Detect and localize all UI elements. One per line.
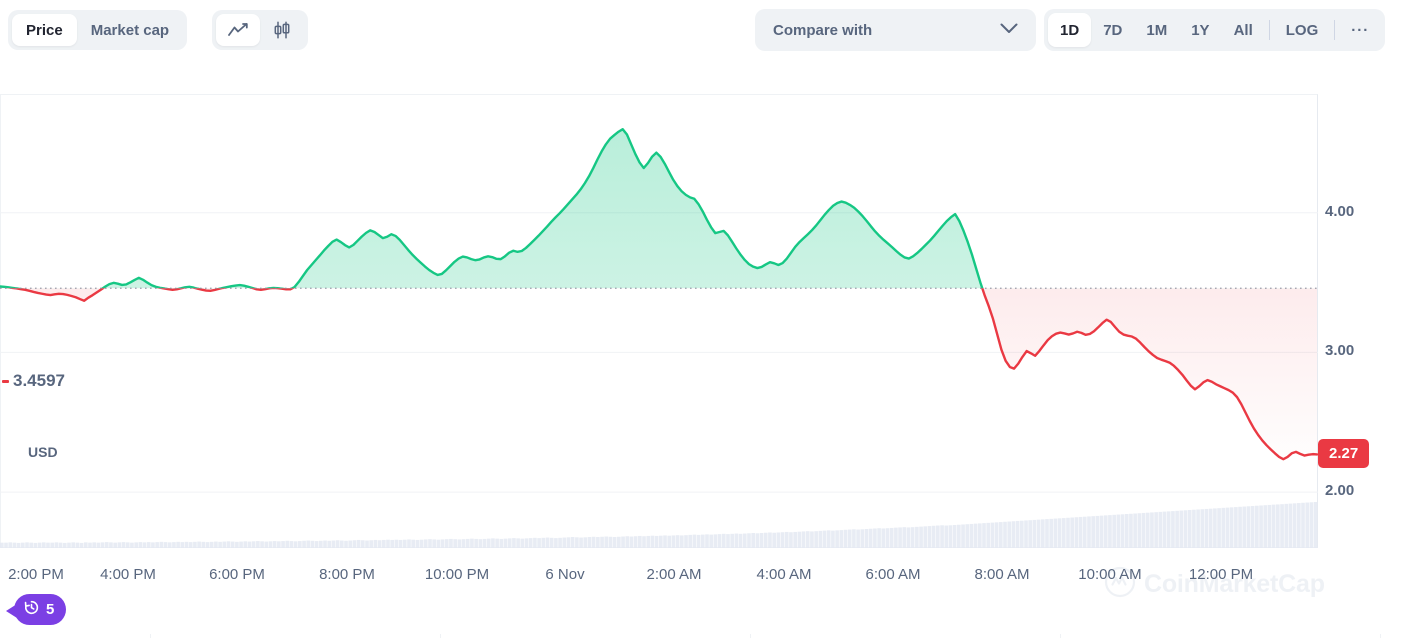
table-column-divider (150, 634, 151, 638)
compare-with-dropdown[interactable]: Compare with (755, 9, 1036, 51)
chart-svg (0, 128, 1318, 548)
x-axis-tick: 12:00 PM (1188, 566, 1254, 583)
table-header-edge (0, 634, 1403, 638)
x-axis-tick: 6:00 AM (865, 566, 921, 583)
chart-page: Price Market cap Compare with 1D 7D 1M 1… (0, 0, 1403, 638)
line-chart-icon[interactable] (216, 14, 260, 46)
history-badge[interactable]: 5 (14, 594, 67, 625)
range-1y[interactable]: 1Y (1179, 13, 1221, 47)
tab-market-cap[interactable]: Market cap (77, 14, 183, 46)
history-count: 5 (46, 601, 55, 618)
current-price-badge: 2.27 (1318, 439, 1370, 469)
x-axis-tick: 2:00 AM (646, 566, 702, 583)
table-column-divider (750, 634, 751, 638)
range-7d[interactable]: 7D (1091, 13, 1134, 47)
y-axis-tick: 3.00 (1325, 342, 1355, 360)
metric-toggle-group: Price Market cap (8, 10, 188, 50)
range-all[interactable]: All (1222, 13, 1265, 47)
range-1d[interactable]: 1D (1048, 13, 1092, 47)
divider (1268, 20, 1270, 40)
baseline-price-label: 3.4597 (10, 371, 68, 392)
chart-toolbar: Price Market cap Compare with 1D 7D 1M 1… (0, 0, 1403, 60)
x-axis-tick: 8:00 PM (319, 566, 375, 583)
x-axis-tick: 10:00 PM (424, 566, 490, 583)
x-axis-tick: 2:00 PM (8, 566, 64, 583)
chevron-down-icon (1000, 21, 1018, 39)
time-range-group: 1D 7D 1M 1Y All LOG ··· (1044, 9, 1386, 51)
history-clock-icon (23, 599, 40, 621)
log-scale-button[interactable]: LOG (1274, 13, 1331, 47)
tab-price[interactable]: Price (12, 14, 77, 46)
table-column-divider (1380, 634, 1381, 638)
x-axis-tick: 6:00 PM (209, 566, 265, 583)
x-axis-tick: 10:00 AM (1078, 566, 1142, 583)
table-column-divider (440, 634, 441, 638)
candlestick-chart-icon[interactable] (260, 14, 304, 46)
range-1m[interactable]: 1M (1134, 13, 1179, 47)
price-chart[interactable]: 3.4597 CoinMarketCap (0, 94, 1325, 598)
x-axis-tick: 4:00 AM (756, 566, 812, 583)
x-axis-tick: 8:00 AM (974, 566, 1030, 583)
currency-label: USD (28, 444, 58, 460)
x-axis-tick: 4:00 PM (100, 566, 156, 583)
y-axis: 4.00 3.00 2.00 (1319, 94, 1403, 594)
y-axis-tick: 4.00 (1325, 202, 1355, 220)
chart-type-toggle-group (212, 10, 308, 50)
x-axis-tick: 6 Nov (545, 566, 585, 583)
divider (1334, 20, 1336, 40)
more-options-button[interactable]: ··· (1339, 13, 1381, 47)
table-column-divider (1060, 634, 1061, 638)
baseline-marker-icon (2, 380, 9, 384)
x-axis: 2:00 PM 4:00 PM 6:00 PM 8:00 PM 10:00 PM 6 No… (0, 566, 1318, 590)
y-axis-tick: 2.00 (1325, 482, 1355, 500)
compare-with-label: Compare with (773, 21, 873, 39)
